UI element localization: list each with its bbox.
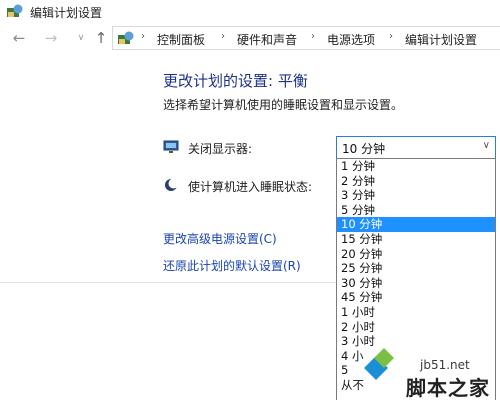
control-panel-icon (118, 31, 134, 44)
breadcrumb-item-edit-plan[interactable]: 编辑计划设置 (405, 31, 477, 48)
sleep-label: 使计算机进入睡眠状态: (188, 180, 313, 194)
divider (0, 282, 336, 283)
dropdown-option[interactable]: 30 分钟 (337, 276, 495, 291)
display-off-select[interactable]: 10 分钟 ∨ (336, 136, 496, 159)
forward-arrow-icon[interactable]: → (42, 29, 60, 47)
navigation-bar: ← → ∨ ↑ › 控制面板 › 硬件和声音 › 电源选项 › 编辑计划设置 (0, 24, 500, 54)
window-title: 编辑计划设置 (30, 6, 103, 20)
dropdown-option[interactable]: 2 分钟 (337, 174, 495, 189)
breadcrumb-separator: › (311, 31, 315, 42)
display-off-label: 关闭显示器: (188, 142, 253, 156)
watermark-site: jb51.net (420, 358, 470, 372)
restore-defaults-link[interactable]: 还原此计划的默认设置(R) (163, 257, 301, 274)
breadcrumb-item-hardware-sound[interactable]: 硬件和声音 (237, 31, 297, 48)
dropdown-option[interactable]: 1 分钟 (337, 159, 495, 174)
page-title: 更改计划的设置: 平衡 (163, 72, 308, 90)
control-panel-icon (7, 4, 23, 17)
advanced-power-settings-link[interactable]: 更改高级电源设置(C) (163, 230, 277, 247)
dropdown-option[interactable]: 20 分钟 (337, 247, 495, 262)
page-description: 选择希望计算机使用的睡眠设置和显示设置。 (163, 98, 404, 112)
watermark-text: 脚本之家 (406, 376, 490, 400)
dropdown-option[interactable]: 1 小时 (337, 305, 495, 320)
up-arrow-icon[interactable]: ↑ (92, 29, 110, 47)
dropdown-option[interactable]: 15 分钟 (337, 232, 495, 247)
breadcrumb-separator: › (221, 31, 225, 42)
dropdown-option[interactable]: 25 分钟 (337, 261, 495, 276)
dropdown-option[interactable]: 2 小时 (337, 320, 495, 335)
monitor-icon (163, 140, 179, 153)
history-chevron-icon[interactable]: ∨ (72, 29, 90, 47)
breadcrumb-separator: › (389, 31, 393, 42)
dropdown-option[interactable]: 5 分钟 (337, 203, 495, 218)
breadcrumb-item-power-options[interactable]: 电源选项 (327, 31, 375, 48)
dropdown-option[interactable]: 3 分钟 (337, 188, 495, 203)
moon-icon (165, 178, 179, 191)
breadcrumb-item-control-panel[interactable]: 控制面板 (157, 31, 205, 48)
breadcrumb-separator: › (141, 31, 145, 42)
watermark-logo-icon (364, 348, 394, 380)
dropdown-option[interactable]: 45 分钟 (337, 290, 495, 305)
dropdown-option[interactable]: 10 分钟 (337, 217, 495, 232)
address-bar[interactable]: › 控制面板 › 硬件和声音 › 电源选项 › 编辑计划设置 (112, 26, 500, 50)
chevron-down-icon: ∨ (482, 140, 490, 151)
title-bar: 编辑计划设置 (0, 0, 500, 24)
back-arrow-icon[interactable]: ← (10, 29, 28, 47)
display-off-value: 10 分钟 (342, 142, 386, 156)
